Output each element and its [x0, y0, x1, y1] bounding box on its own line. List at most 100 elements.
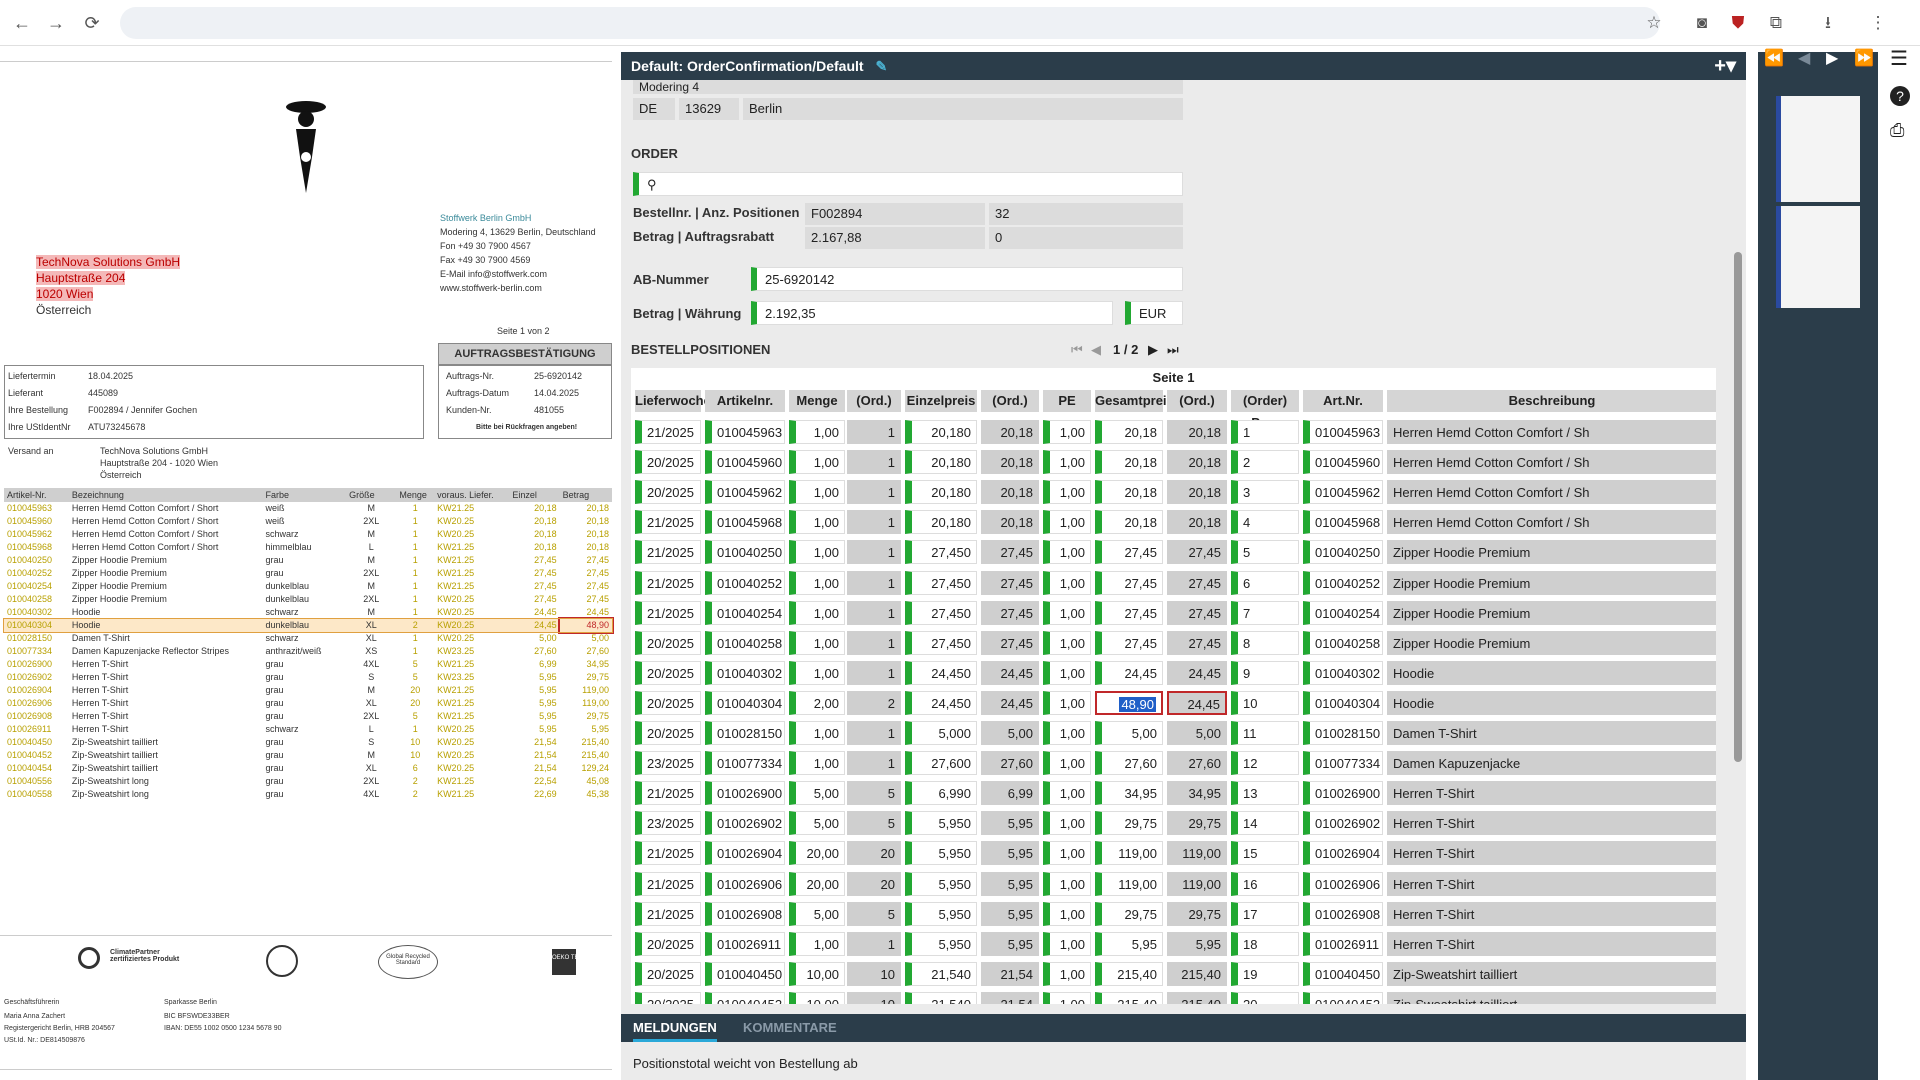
- grid-cell[interactable]: 1,00: [789, 540, 845, 565]
- grid-cell[interactable]: 21/2025: [635, 600, 701, 625]
- grid-cell[interactable]: 1,00: [1043, 901, 1091, 926]
- grid-cell[interactable]: 6,990: [905, 781, 977, 806]
- grid-cell[interactable]: 21/2025: [635, 510, 701, 535]
- grid-cell[interactable]: 14: [1231, 811, 1299, 836]
- grid-col-header[interactable]: (Ord.): [847, 390, 901, 412]
- grid-cell[interactable]: 19: [1231, 961, 1299, 986]
- last-page-icon[interactable]: ⏭: [1167, 342, 1179, 358]
- grid-cell[interactable]: 010045960: [705, 450, 785, 475]
- edit-pencil-icon[interactable]: ✎: [875, 58, 887, 74]
- grid-cell[interactable]: 23/2025: [635, 751, 701, 776]
- grid-cell[interactable]: 24,450: [905, 690, 977, 715]
- grid-cell[interactable]: 20/2025: [635, 690, 701, 715]
- grid-cell[interactable]: 010026902: [1303, 811, 1383, 836]
- grid-cell[interactable]: 1,00: [1043, 540, 1091, 565]
- grid-cell[interactable]: 1,00: [789, 450, 845, 475]
- add-plus-icon[interactable]: +▾: [1714, 52, 1736, 80]
- forward-icon[interactable]: →: [44, 11, 68, 35]
- grid-cell[interactable]: 2: [1231, 450, 1299, 475]
- grid-cell[interactable]: 010040452: [1303, 991, 1383, 1004]
- grid-col-header[interactable]: Art.Nr.: [1303, 390, 1383, 412]
- grid-cell[interactable]: 5,950: [905, 841, 977, 866]
- last-doc-icon[interactable]: ⏩: [1854, 48, 1874, 68]
- grid-cell[interactable]: 010040302: [705, 660, 785, 685]
- grid-cell[interactable]: 29,75: [1095, 901, 1163, 926]
- grid-cell[interactable]: 010026904: [1303, 841, 1383, 866]
- grid-cell[interactable]: 010026908: [705, 901, 785, 926]
- ab-number-input[interactable]: 25-6920142: [751, 267, 1183, 291]
- grid-cell[interactable]: 010040304: [705, 690, 785, 715]
- page-thumbnail[interactable]: [1776, 96, 1860, 202]
- grid-cell[interactable]: 27,600: [905, 751, 977, 776]
- first-doc-icon[interactable]: ⏪: [1764, 48, 1784, 68]
- grid-cell[interactable]: 5,00: [789, 811, 845, 836]
- grid-cell[interactable]: 9: [1231, 660, 1299, 685]
- grid-cell[interactable]: 119,00: [1095, 841, 1163, 866]
- grid-cell[interactable]: 1,00: [789, 480, 845, 505]
- hamburger-menu-icon[interactable]: ☰: [1890, 46, 1908, 71]
- grid-col-header[interactable]: Beschreibung: [1387, 390, 1716, 412]
- grid-cell[interactable]: 1,00: [789, 510, 845, 535]
- grid-cell[interactable]: 20,18: [1095, 420, 1163, 444]
- grid-cell[interactable]: 27,450: [905, 540, 977, 565]
- grid-cell[interactable]: 24,450: [905, 660, 977, 685]
- grid-cell[interactable]: 18: [1231, 931, 1299, 956]
- grid-cell[interactable]: 34,95: [1095, 781, 1163, 806]
- next-page-icon[interactable]: ▶: [1148, 342, 1158, 358]
- grid-cell[interactable]: 21/2025: [635, 871, 701, 896]
- order-search-input[interactable]: ⚲: [633, 172, 1183, 196]
- grid-cell[interactable]: 7: [1231, 600, 1299, 625]
- grid-cell[interactable]: 010045968: [1303, 510, 1383, 535]
- grid-cell[interactable]: 1,00: [1043, 630, 1091, 655]
- grid-cell[interactable]: 17: [1231, 901, 1299, 926]
- grid-cell[interactable]: 010040452: [705, 991, 785, 1004]
- grid-cell[interactable]: 20/2025: [635, 630, 701, 655]
- grid-cell[interactable]: 12: [1231, 751, 1299, 776]
- grid-cell[interactable]: 1,00: [1043, 991, 1091, 1004]
- camera-icon[interactable]: ◙: [1690, 11, 1714, 35]
- grid-cell[interactable]: 1,00: [1043, 660, 1091, 685]
- prev-page-icon[interactable]: ◀: [1091, 342, 1101, 358]
- grid-cell[interactable]: 27,45: [1095, 630, 1163, 655]
- grid-cell[interactable]: 20,180: [905, 420, 977, 444]
- grid-col-header[interactable]: (Order) Pos.: [1231, 390, 1299, 430]
- grid-col-header[interactable]: Artikelnr.: [705, 390, 785, 412]
- print-icon[interactable]: ⎙: [1890, 120, 1904, 141]
- grid-cell[interactable]: 27,45: [1095, 540, 1163, 565]
- grid-col-header[interactable]: (Ord.): [981, 390, 1039, 412]
- grid-cell[interactable]: 20,00: [789, 841, 845, 866]
- grid-cell[interactable]: 010077334: [705, 751, 785, 776]
- grid-col-header[interactable]: Einzelpreis: [905, 390, 977, 412]
- grid-cell[interactable]: 3: [1231, 480, 1299, 505]
- grid-cell[interactable]: 1,00: [789, 660, 845, 685]
- grid-cell[interactable]: 10,00: [789, 991, 845, 1004]
- prev-doc-icon[interactable]: ◀: [1798, 48, 1810, 68]
- grid-cell[interactable]: 20/2025: [635, 991, 701, 1004]
- grid-cell[interactable]: 1,00: [789, 721, 845, 745]
- grid-cell[interactable]: 119,00: [1095, 871, 1163, 896]
- address-bar[interactable]: [120, 7, 1660, 39]
- grid-cell[interactable]: 20/2025: [635, 931, 701, 956]
- grid-col-header[interactable]: Lieferwoche: [635, 390, 711, 412]
- grid-cell[interactable]: 21,540: [905, 991, 977, 1004]
- grid-cell[interactable]: 010077334: [1303, 751, 1383, 776]
- grid-cell[interactable]: 10,00: [789, 961, 845, 986]
- grid-cell[interactable]: 1,00: [1043, 600, 1091, 625]
- grid-cell[interactable]: 16: [1231, 871, 1299, 896]
- grid-cell[interactable]: 1,00: [1043, 570, 1091, 595]
- grid-cell[interactable]: 010028150: [1303, 721, 1383, 745]
- grid-cell[interactable]: 215,40: [1095, 961, 1163, 986]
- grid-cell[interactable]: 21,540: [905, 961, 977, 986]
- grid-cell[interactable]: 010045962: [1303, 480, 1383, 505]
- grid-cell[interactable]: 010040250: [1303, 540, 1383, 565]
- grid-cell[interactable]: 010026900: [705, 781, 785, 806]
- grid-col-header[interactable]: Menge: [789, 390, 845, 412]
- grid-cell[interactable]: 010045962: [705, 480, 785, 505]
- grid-cell[interactable]: 23/2025: [635, 811, 701, 836]
- grid-cell[interactable]: 010026906: [705, 871, 785, 896]
- grid-cell[interactable]: 1,00: [1043, 480, 1091, 505]
- grid-cell[interactable]: 5,950: [905, 811, 977, 836]
- bookmark-star-icon[interactable]: ☆: [1642, 11, 1666, 35]
- reload-icon[interactable]: ⟳: [80, 11, 104, 35]
- grid-cell[interactable]: 5,950: [905, 871, 977, 896]
